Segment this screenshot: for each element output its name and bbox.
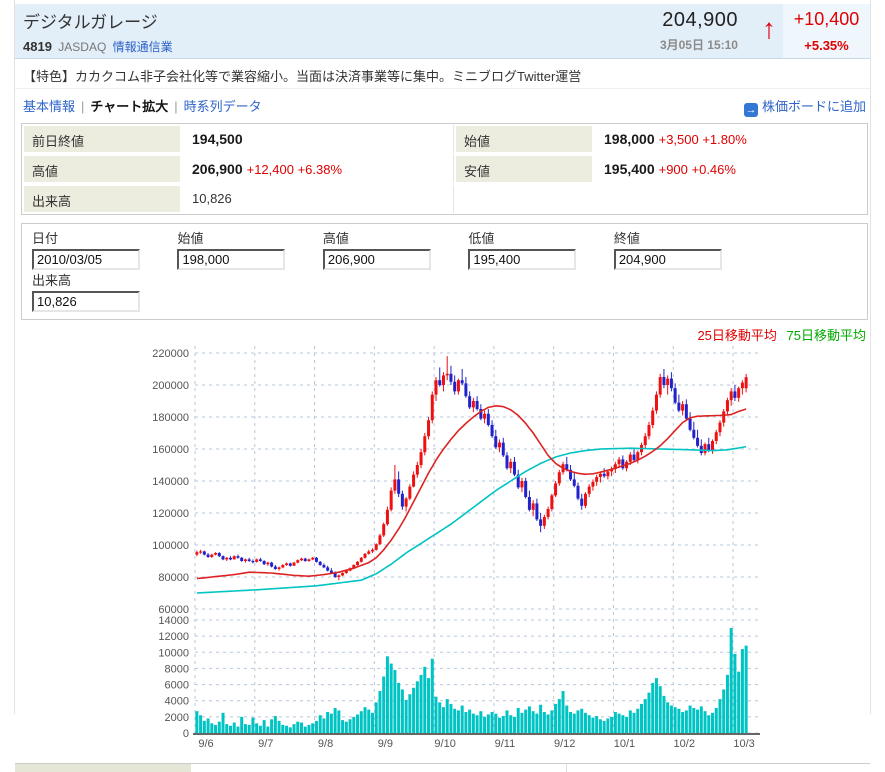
volume-value: 10,826 [192,191,232,206]
low-value: 195,400 [604,161,655,177]
open-field-label: 始値 [177,228,318,247]
add-board-link[interactable]: 株価ボードに追加 [762,99,866,114]
price-change-percent: +5.35% [783,38,870,53]
stock-identity: デジタルガレージ 4819 JASDAQ 情報通信業 [23,8,173,55]
open-field-group: 始値 [177,228,318,270]
empty-cell [454,184,867,214]
nav-separator: | [81,99,84,114]
next-table-value-cell [193,764,567,772]
industry-link[interactable]: 情報通信業 [113,40,173,54]
low-input[interactable] [468,249,576,270]
close-field-group: 終値 [614,228,755,270]
svg-text:9/6: 9/6 [198,738,213,750]
volume-label: 出来高 [22,184,182,214]
tab-basic-info[interactable]: 基本情報 [23,99,75,114]
date-field-group: 日付 [32,228,173,270]
table-row: 高値 206,900 +12,400 +6.38% 安値 195,400 +900 … [22,154,867,184]
tab-chart-expand[interactable]: チャート拡大 [90,99,168,114]
svg-text:220000: 220000 [152,348,189,360]
svg-text:160000: 160000 [152,444,189,456]
open-change: +3,500 +1.80% [659,132,747,147]
svg-text:10/2: 10/2 [674,738,695,750]
close-field-label: 終値 [614,228,755,247]
company-feature-text: 【特色】カカクコム非子会社化等で業容縮小。当面は決済事業等に集中。ミニブログTw… [15,59,870,89]
date-input[interactable] [32,249,140,270]
chart-area: 2200002000001800001600001400001200001000… [15,343,870,763]
svg-text:9/7: 9/7 [258,738,273,750]
svg-text:9/12: 9/12 [554,738,575,750]
svg-text:12000: 12000 [158,631,189,643]
svg-text:10/1: 10/1 [614,738,635,750]
open-label: 始値 [454,124,594,154]
table-row: 出来高 10,826 [22,184,867,214]
ma25-legend-label: 25日移動平均 [697,328,776,343]
high-change: +12,400 +6.38% [247,162,342,177]
prev-close-label: 前日終値 [22,124,182,154]
svg-text:0: 0 [183,728,189,740]
stock-header: デジタルガレージ 4819 JASDAQ 情報通信業 204,900 3月05日… [15,4,870,59]
high-field-group: 高値 [323,228,464,270]
prev-close-value: 194,500 [192,131,243,147]
nav-separator: | [174,99,177,114]
svg-text:9/10: 9/10 [434,738,455,750]
stock-nav: 基本情報 | チャート拡大 | 時系列データ → 株価ボードに追加 [15,89,870,118]
svg-text:120000: 120000 [152,508,189,520]
stock-code: 4819 [23,39,52,54]
high-label: 高値 [22,154,182,184]
close-input[interactable] [614,249,722,270]
add-board-arrow-icon[interactable]: → [744,103,758,117]
stock-name: デジタルガレージ [23,8,173,33]
svg-text:80000: 80000 [158,572,189,584]
price-up-arrow-icon: ↑ [762,13,776,45]
svg-text:100000: 100000 [152,540,189,552]
tab-time-series[interactable]: 時系列データ [184,99,262,114]
svg-text:9/8: 9/8 [318,738,333,750]
current-price-block: 204,900 3月05日 15:10 [660,9,738,53]
volume-field-group: 出来高 [32,270,173,312]
svg-text:200000: 200000 [152,380,189,392]
volume-field-label: 出来高 [32,270,173,289]
high-value: 206,900 [192,161,243,177]
svg-text:4000: 4000 [165,696,189,708]
svg-text:10000: 10000 [158,647,189,659]
ma75-legend-label: 75日移動平均 [787,328,866,343]
svg-text:10/3: 10/3 [733,738,754,750]
ma-legend: 25日移動平均 75日移動平均 [15,320,870,342]
price-summary-table: 前日終値 194,500 始値 198,000 +3,500 +1.80% 高値 … [21,123,868,215]
ohlc-form: 日付 始値 高値 低値 終値 出来高 [21,223,868,320]
next-table-cell [567,764,870,772]
next-table-label-cell [15,764,193,772]
stock-candlestick-chart: 2200002000001800001600001400001200001000… [15,343,870,763]
open-input[interactable] [177,249,285,270]
price-datetime: 3月05日 15:10 [660,36,738,53]
stock-market: JASDAQ [58,40,106,54]
low-change: +900 +0.46% [659,162,736,177]
svg-text:140000: 140000 [152,476,189,488]
svg-text:6000: 6000 [165,680,189,692]
low-label: 安値 [454,154,594,184]
high-input[interactable] [323,249,431,270]
page-content: デジタルガレージ 4819 JASDAQ 情報通信業 204,900 3月05日… [14,0,871,714]
price-change: +10,400 [783,9,870,30]
change-panel: +10,400 +5.35% [783,4,870,58]
high-field-label: 高値 [323,228,464,247]
svg-text:9/11: 9/11 [495,738,516,750]
volume-input[interactable] [32,291,140,312]
svg-text:9/9: 9/9 [378,738,393,750]
open-value: 198,000 [604,131,655,147]
current-price: 204,900 [660,9,738,32]
table-row: 前日終値 194,500 始値 198,000 +3,500 +1.80% [22,124,867,154]
low-field-label: 低値 [468,228,609,247]
date-label: 日付 [32,228,173,247]
svg-text:180000: 180000 [152,412,189,424]
svg-text:14000: 14000 [158,615,189,627]
low-field-group: 低値 [468,228,609,270]
next-table-partial [15,763,870,772]
svg-text:8000: 8000 [165,663,189,675]
